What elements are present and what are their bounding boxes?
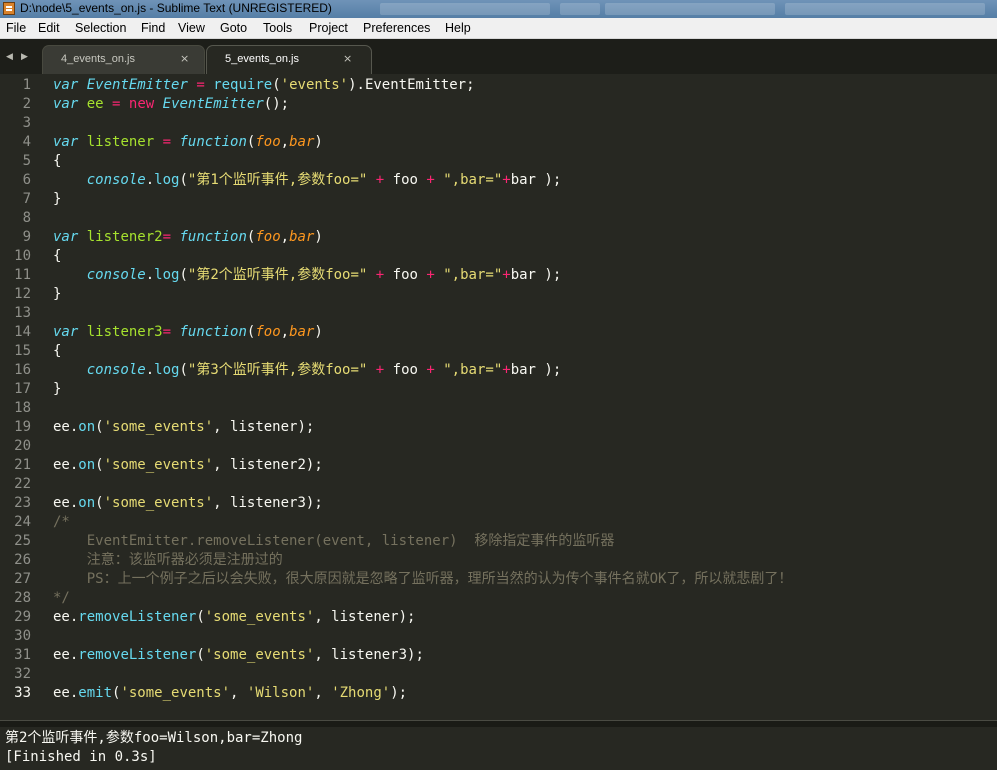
- menu-find[interactable]: Find: [141, 21, 165, 35]
- code-line[interactable]: var listener3= function(foo,bar): [53, 323, 323, 342]
- line-number: 7: [22, 191, 31, 207]
- line-number: 3: [22, 115, 31, 131]
- tab-close-icon[interactable]: ×: [180, 52, 189, 65]
- line-number: 11: [14, 267, 31, 283]
- line-number: 16: [14, 362, 31, 378]
- line-number: 13: [14, 305, 31, 321]
- line-number: 21: [14, 457, 31, 473]
- line-number: 6: [22, 172, 31, 188]
- code-line[interactable]: ee.on('some_events', listener2);: [53, 456, 323, 475]
- menu-goto[interactable]: Goto: [220, 21, 247, 35]
- line-number: 27: [14, 571, 31, 587]
- taskbar-ghost: [785, 3, 985, 15]
- code-line[interactable]: console.log("第2个监听事件,参数foo=" + foo + ",b…: [53, 266, 562, 285]
- line-number: 29: [14, 609, 31, 625]
- output-panel-divider[interactable]: [0, 720, 997, 727]
- build-output-panel: 第2个监听事件,参数foo=Wilson,bar=Zhong [Finished…: [0, 727, 997, 770]
- line-number: 10: [14, 248, 31, 264]
- code-line[interactable]: ee.on('some_events', listener3);: [53, 494, 323, 513]
- menu-selection[interactable]: Selection: [75, 21, 126, 35]
- code-line[interactable]: ee.removeListener('some_events', listene…: [53, 646, 424, 665]
- menu-project[interactable]: Project: [309, 21, 348, 35]
- line-number: 19: [14, 419, 31, 435]
- code-line[interactable]: console.log("第3个监听事件,参数foo=" + foo + ",b…: [53, 361, 562, 380]
- line-number: 33: [14, 685, 31, 701]
- menu-preferences[interactable]: Preferences: [363, 21, 430, 35]
- tab-4-events-on[interactable]: 4_events_on.js ×: [42, 45, 205, 74]
- code-line[interactable]: EventEmitter.removeListener(event, liste…: [53, 532, 615, 551]
- tab-prev-icon[interactable]: ◀: [6, 52, 13, 62]
- code-line[interactable]: PS：上一个例子之后以会失败，很大原因就是忽略了监听器，理所当然的认为传个事件名…: [53, 570, 793, 589]
- code-line[interactable]: console.log("第1个监听事件,参数foo=" + foo + ",b…: [53, 171, 562, 190]
- code-line[interactable]: }: [53, 190, 61, 209]
- code-line[interactable]: ee.on('some_events', listener);: [53, 418, 314, 437]
- code-line[interactable]: }: [53, 380, 61, 399]
- tab-5-events-on[interactable]: 5_events_on.js ×: [206, 45, 372, 74]
- line-number: 32: [14, 666, 31, 682]
- line-number: 14: [14, 324, 31, 340]
- line-number: 24: [14, 514, 31, 530]
- code-line[interactable]: var listener2= function(foo,bar): [53, 228, 323, 247]
- line-number: 1: [22, 77, 31, 93]
- line-number: 17: [14, 381, 31, 397]
- code-line[interactable]: var EventEmitter = require('events').Eve…: [53, 76, 475, 95]
- line-number: 25: [14, 533, 31, 549]
- window-title: D:\node\5_events_on.js - Sublime Text (U…: [20, 1, 332, 15]
- code-line[interactable]: 注意：该监听器必须是注册过的: [53, 551, 283, 570]
- code-line[interactable]: */: [53, 589, 70, 608]
- menu-tools[interactable]: Tools: [263, 21, 292, 35]
- line-number: 4: [22, 134, 31, 150]
- output-line: [Finished in 0.3s]: [5, 749, 157, 765]
- line-number: 26: [14, 552, 31, 568]
- code-editor[interactable]: 1 2 3 4 5 6 7 8 9 10 11 12 13 14 15 16 17 18 19 20 21 22 23 24 2…: [0, 74, 997, 720]
- tab-label: 5_events_on.js: [225, 53, 299, 65]
- menu-bar: File Edit Selection Find View Goto Tools…: [0, 18, 997, 39]
- code-line[interactable]: {: [53, 152, 61, 171]
- line-number: 28: [14, 590, 31, 606]
- tab-next-icon[interactable]: ▶: [21, 52, 28, 62]
- line-number: 8: [22, 210, 31, 226]
- line-number: 18: [14, 400, 31, 416]
- title-bar: D:\node\5_events_on.js - Sublime Text (U…: [0, 0, 997, 18]
- line-number: 22: [14, 476, 31, 492]
- code-line[interactable]: /*: [53, 513, 70, 532]
- line-number: 20: [14, 438, 31, 454]
- menu-help[interactable]: Help: [445, 21, 471, 35]
- output-line: 第2个监听事件,参数foo=Wilson,bar=Zhong: [5, 730, 303, 746]
- line-number: 31: [14, 647, 31, 663]
- code-line[interactable]: var ee = new EventEmitter();: [53, 95, 289, 114]
- code-line[interactable]: {: [53, 247, 61, 266]
- line-number: 2: [22, 96, 31, 112]
- line-number: 12: [14, 286, 31, 302]
- taskbar-ghost: [605, 3, 775, 15]
- menu-file[interactable]: File: [6, 21, 26, 35]
- line-number: 23: [14, 495, 31, 511]
- menu-edit[interactable]: Edit: [38, 21, 60, 35]
- code-line[interactable]: ee.emit('some_events', 'Wilson', 'Zhong'…: [53, 684, 407, 703]
- tab-close-icon[interactable]: ×: [343, 52, 352, 65]
- taskbar-ghost: [560, 3, 600, 15]
- line-number: 9: [22, 229, 31, 245]
- code-line[interactable]: var listener = function(foo,bar): [53, 133, 323, 152]
- line-number: 15: [14, 343, 31, 359]
- line-number: 30: [14, 628, 31, 644]
- menu-view[interactable]: View: [178, 21, 205, 35]
- sublime-app-icon: [3, 2, 15, 15]
- tab-label: 4_events_on.js: [61, 53, 135, 65]
- code-line[interactable]: {: [53, 342, 61, 361]
- tab-bar: ◀ ▶ 4_events_on.js × 5_events_on.js ×: [0, 39, 997, 74]
- taskbar-ghost: [380, 3, 550, 15]
- code-line[interactable]: ee.removeListener('some_events', listene…: [53, 608, 415, 627]
- line-number: 5: [22, 153, 31, 169]
- code-line[interactable]: }: [53, 285, 61, 304]
